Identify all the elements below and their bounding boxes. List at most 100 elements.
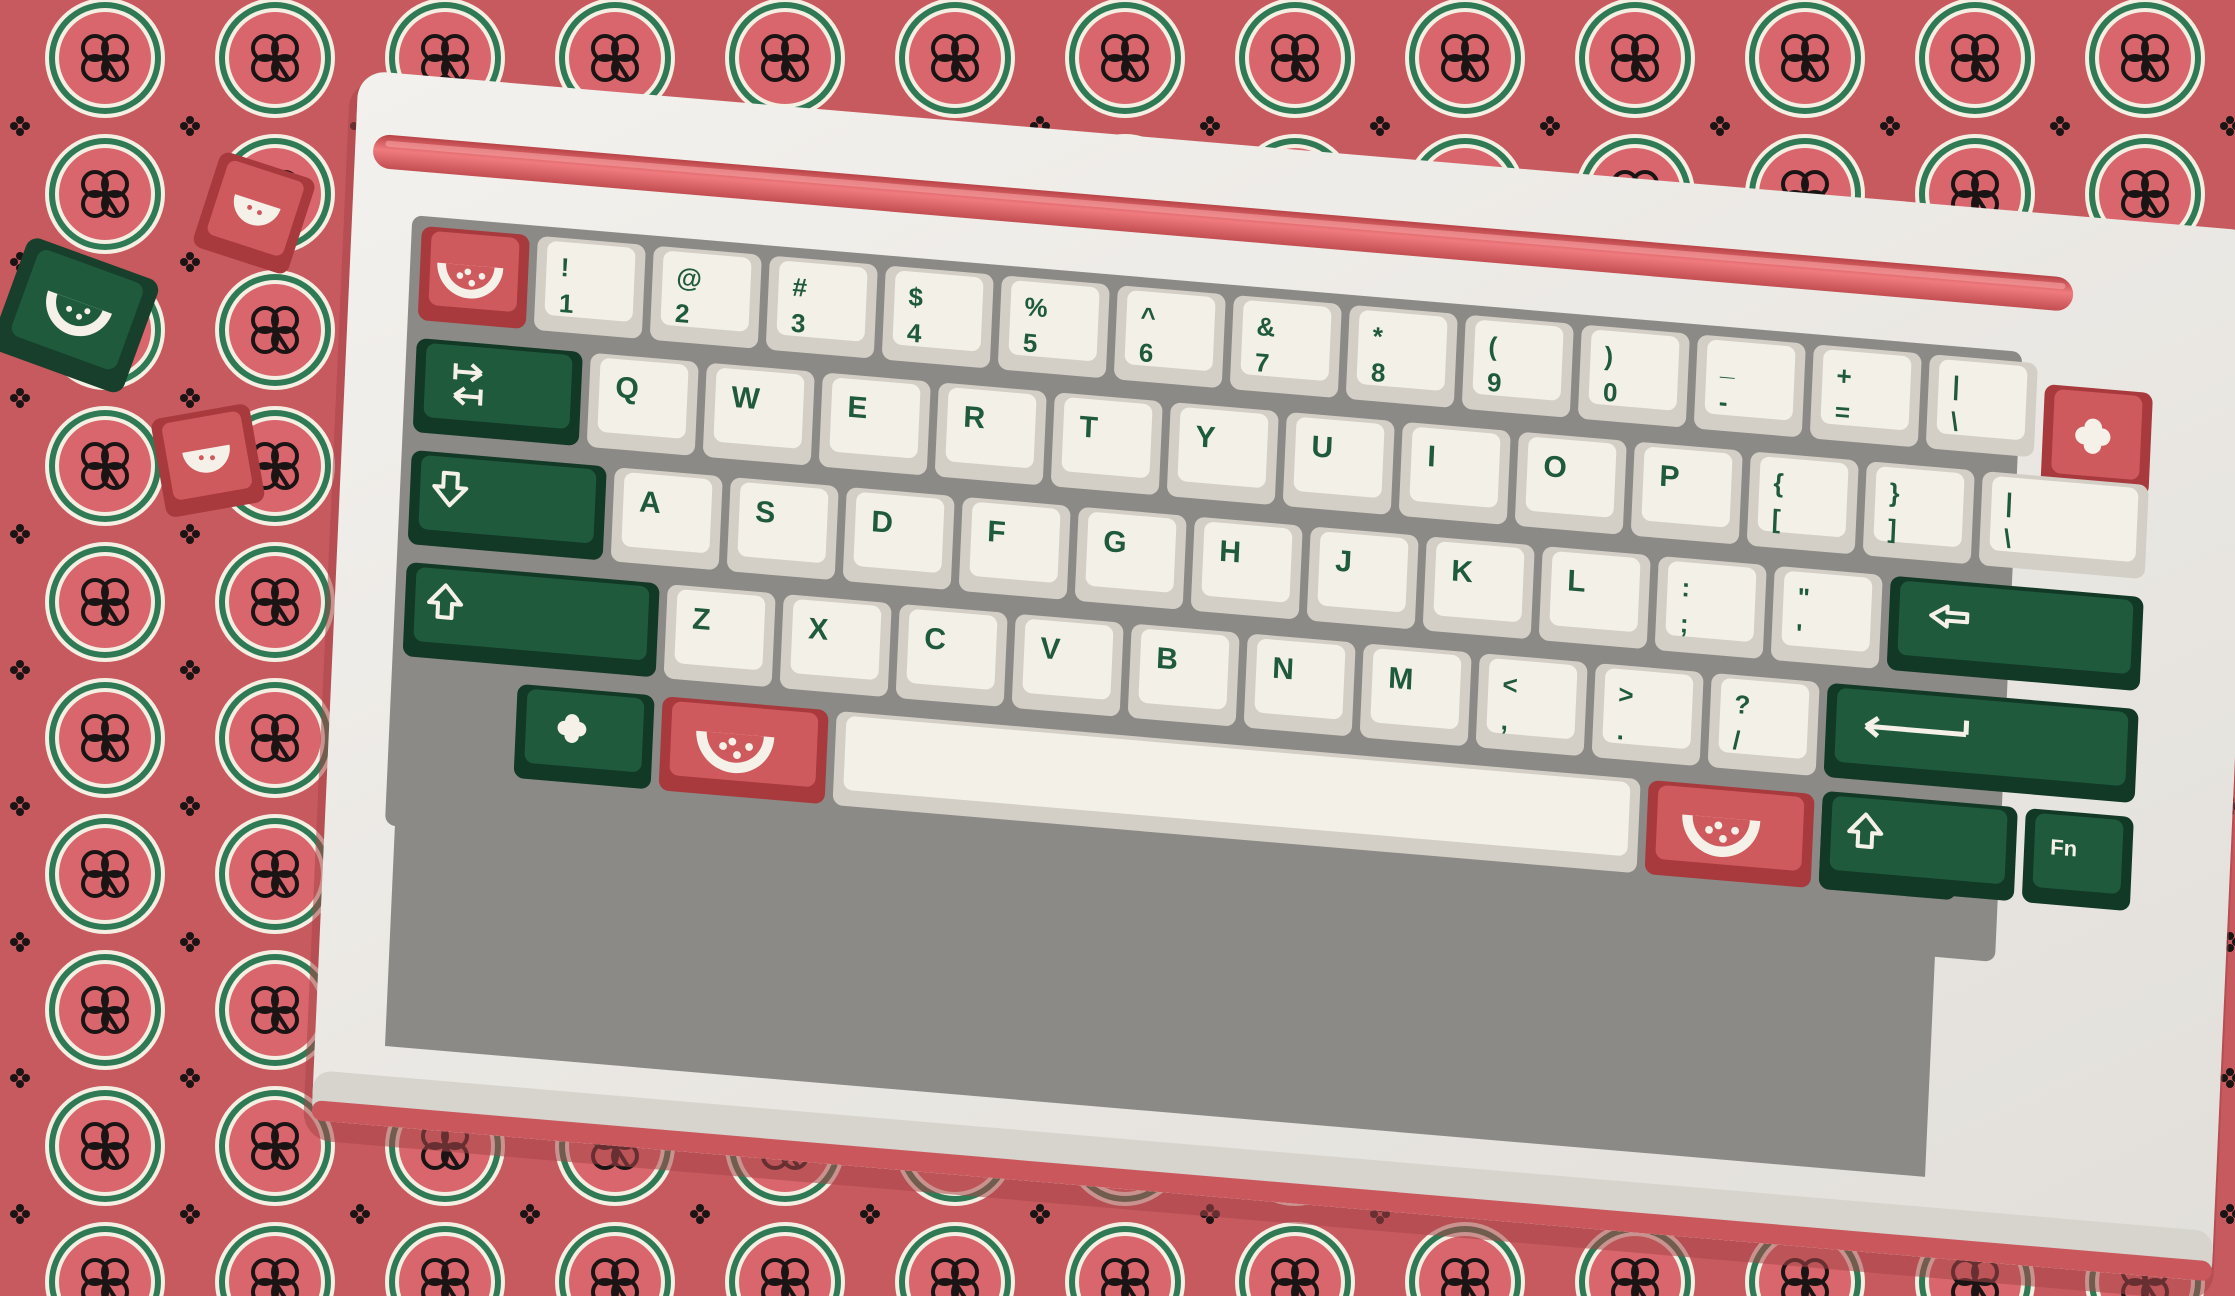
right-shift-key[interactable] xyxy=(1819,791,2018,902)
key-g[interactable]: G xyxy=(1075,507,1187,610)
key-shift-legend: ? xyxy=(1734,689,1751,720)
key-punct-1[interactable]: "' xyxy=(1771,566,1883,669)
keyboard: !1@2#3$4%5^6&7*8(9)0_-+=|\Q W E R T Y U I O P{[}]… xyxy=(303,72,2235,1296)
key-base-legend: / xyxy=(1732,725,1741,756)
key-l[interactable]: L xyxy=(1539,546,1651,649)
loose-keycap-red xyxy=(151,404,265,517)
key-legend: Y xyxy=(1195,420,1216,455)
key-n[interactable]: N xyxy=(1243,633,1356,736)
key-number-7[interactable]: *8 xyxy=(1346,305,1458,408)
key-legend: I xyxy=(1427,440,1437,474)
key-legend: Q xyxy=(615,371,640,406)
key-legend: T xyxy=(1079,410,1099,445)
key-number-12[interactable]: |\ xyxy=(1926,354,2038,457)
key-number-6[interactable]: &7 xyxy=(1230,295,1342,398)
key-number-10[interactable]: _- xyxy=(1694,334,1806,437)
key-legend: S xyxy=(755,495,776,530)
key-z[interactable]: Z xyxy=(663,584,776,687)
key-q[interactable]: Q xyxy=(587,353,699,456)
key-base-legend: ; xyxy=(1679,608,1689,639)
key-punct-0[interactable]: :; xyxy=(1655,556,1767,659)
fn-key[interactable]: Fn xyxy=(2022,808,2134,911)
key-shift-legend: ^ xyxy=(1140,301,1157,332)
key-legend: B xyxy=(1156,642,1179,677)
key-number-3[interactable]: $4 xyxy=(882,265,994,368)
backslash-key[interactable]: |\ xyxy=(1979,471,2149,579)
key-shift-legend: { xyxy=(1773,467,1784,498)
key-m[interactable]: M xyxy=(1359,643,1472,746)
key-legend: E xyxy=(847,391,868,426)
key-shift-legend: + xyxy=(1836,360,1853,391)
key-v[interactable]: V xyxy=(1011,614,1124,717)
key-number-11[interactable]: += xyxy=(1810,344,1922,447)
key-shift-legend: ) xyxy=(1604,341,1614,372)
caps-lock-key[interactable] xyxy=(408,450,607,561)
key-r[interactable]: R xyxy=(935,382,1047,485)
key-d[interactable]: D xyxy=(843,487,955,590)
key-base-legend: 5 xyxy=(1022,327,1038,358)
key-number-0[interactable]: !1 xyxy=(534,236,646,339)
key-shift-legend: # xyxy=(792,272,808,303)
key-base-legend: 0 xyxy=(1602,377,1618,408)
key-h[interactable]: H xyxy=(1191,517,1303,620)
key-base-legend: 7 xyxy=(1254,347,1270,378)
key-sym-2[interactable]: ?/ xyxy=(1707,673,1820,776)
key-s[interactable]: S xyxy=(727,477,839,580)
key-legend: O xyxy=(1543,450,1568,485)
key-base-legend: 8 xyxy=(1370,357,1386,388)
key-sym-1[interactable]: >. xyxy=(1591,663,1704,766)
key-c[interactable]: C xyxy=(895,604,1008,707)
key-shift-legend: } xyxy=(1889,477,1900,508)
key-a[interactable]: A xyxy=(611,467,723,570)
key-e[interactable]: E xyxy=(819,372,931,475)
key-number-2[interactable]: #3 xyxy=(766,256,878,359)
key-number-8[interactable]: (9 xyxy=(1462,315,1574,418)
key-bracket-1[interactable]: }] xyxy=(1863,461,1975,564)
left-alt-key[interactable] xyxy=(658,696,829,804)
key-t[interactable]: T xyxy=(1051,392,1163,495)
key-base-legend: . xyxy=(1616,715,1625,746)
esc-key[interactable] xyxy=(418,226,530,329)
key-legend: G xyxy=(1103,525,1128,560)
key-legend: Z xyxy=(692,602,712,636)
key-number-9[interactable]: )0 xyxy=(1578,325,1690,428)
key-shift-legend: > xyxy=(1618,679,1635,710)
key-i[interactable]: I xyxy=(1399,422,1511,525)
key-base-legend: , xyxy=(1500,705,1509,736)
key-number-5[interactable]: ^6 xyxy=(1114,285,1226,388)
key-legend: C xyxy=(924,622,947,657)
key-shift-legend: & xyxy=(1256,311,1276,343)
key-p[interactable]: P xyxy=(1631,441,1743,544)
key-base-legend: 4 xyxy=(906,317,922,348)
key-w[interactable]: W xyxy=(703,363,815,466)
key-bracket-0[interactable]: {[ xyxy=(1747,451,1859,554)
key-b[interactable]: B xyxy=(1127,624,1240,727)
key-j[interactable]: J xyxy=(1307,526,1419,629)
key-shift-legend: @ xyxy=(676,262,703,294)
key-base-legend: ' xyxy=(1795,618,1803,648)
key-legend: K xyxy=(1451,554,1474,589)
key-o[interactable]: O xyxy=(1515,432,1627,535)
key-f[interactable]: F xyxy=(959,497,1071,600)
key-number-1[interactable]: @2 xyxy=(650,246,762,349)
right-alt-key[interactable] xyxy=(1644,780,1815,888)
key-base-legend: ] xyxy=(1887,513,1897,544)
key-shift-legend: ( xyxy=(1488,331,1498,362)
key-shift-legend: _ xyxy=(1719,350,1736,381)
key-shift-legend: < xyxy=(1502,669,1519,700)
key-u[interactable]: U xyxy=(1283,412,1395,515)
key-base-legend: \ xyxy=(1950,406,1959,437)
key-k[interactable]: K xyxy=(1423,536,1535,639)
key-shift-legend: | xyxy=(2005,487,2014,518)
left-modifier-key[interactable] xyxy=(513,684,655,790)
tab-key[interactable] xyxy=(413,338,583,446)
key-legend: P xyxy=(1659,460,1680,495)
key-sym-0[interactable]: <, xyxy=(1475,653,1588,756)
key-legend: W xyxy=(731,381,761,416)
key-base-legend: 9 xyxy=(1486,367,1502,398)
keyboard-photo: !1@2#3$4%5^6&7*8(9)0_-+=|\Q W E R T Y U I O P{[}]… xyxy=(0,0,2235,1296)
key-legend: L xyxy=(1567,564,1587,598)
key-y[interactable]: Y xyxy=(1167,402,1279,505)
key-x[interactable]: X xyxy=(779,594,892,697)
key-number-4[interactable]: %5 xyxy=(998,275,1110,378)
